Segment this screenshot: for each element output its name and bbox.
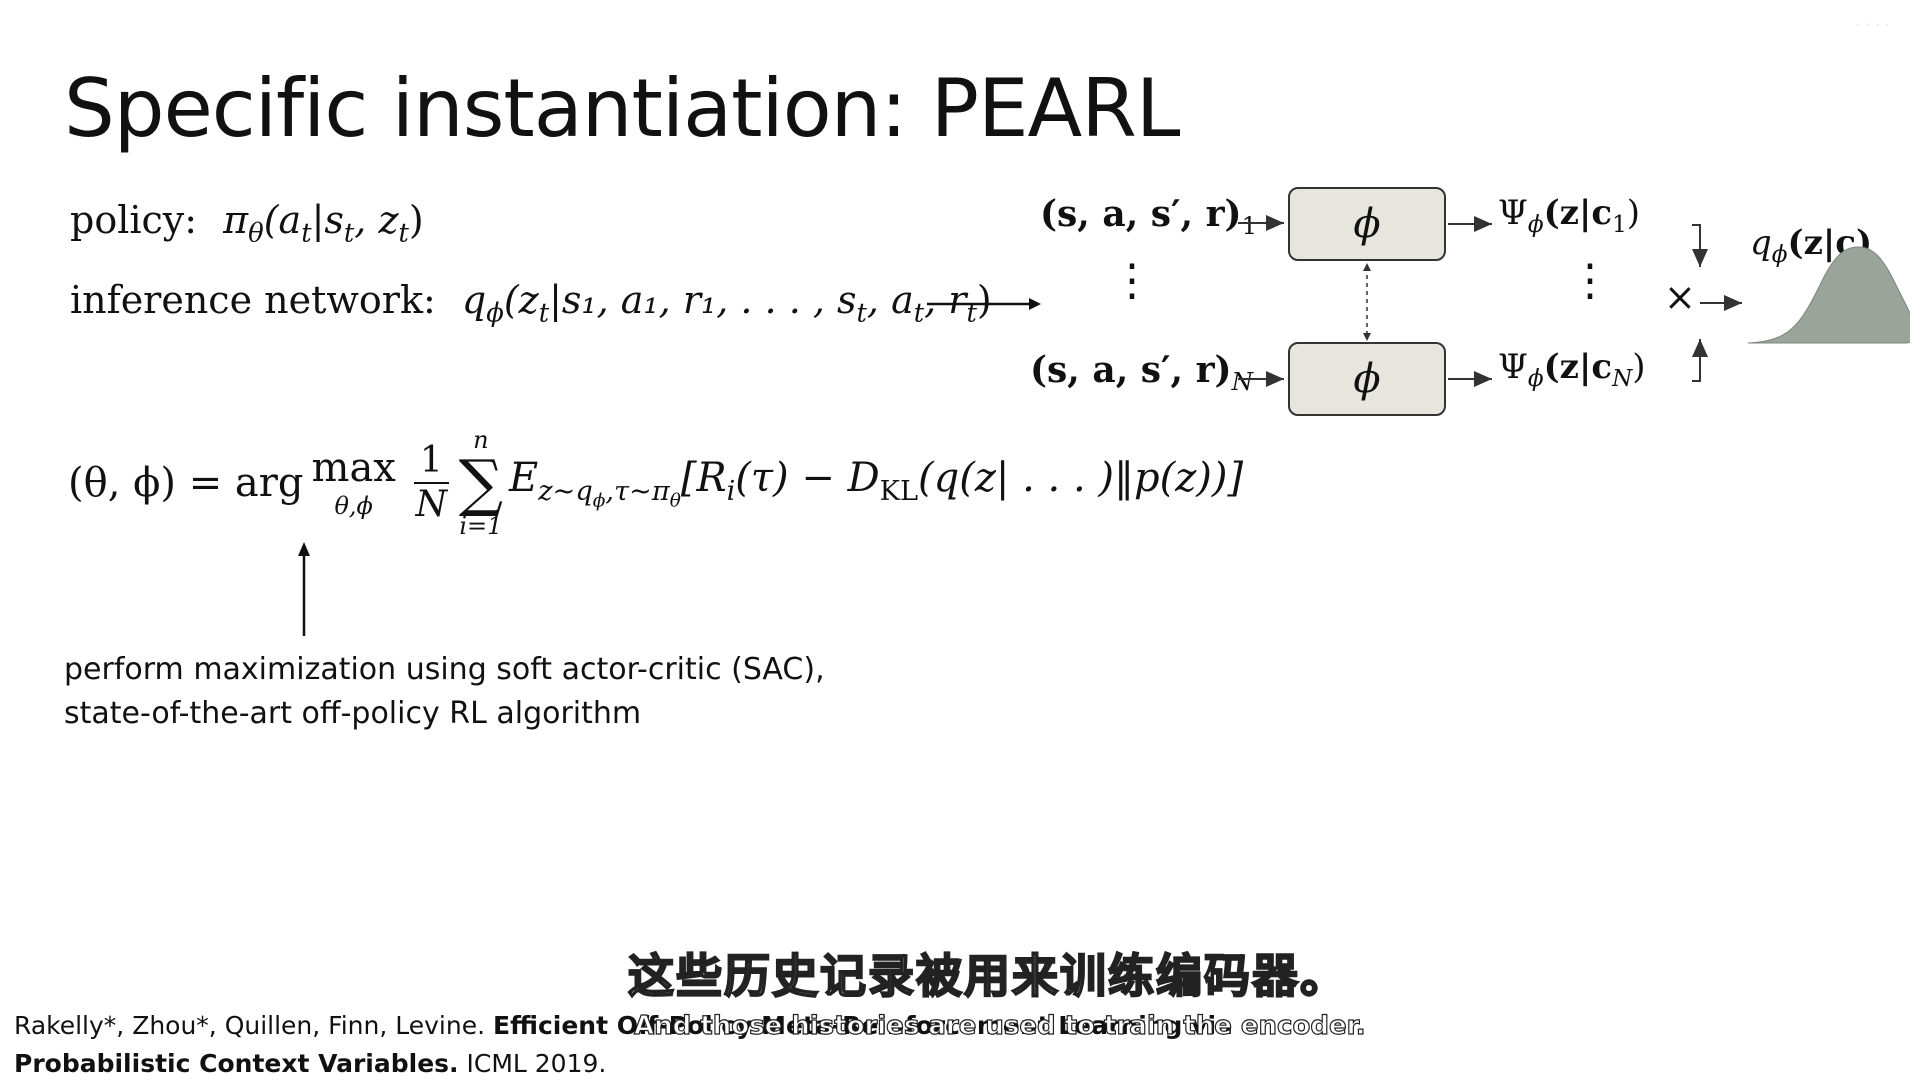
citation-authors: Rakelly*, Zhou*, Quillen, Finn, Levine. [14,1011,493,1040]
objective-lhs: (θ, ϕ) = arg [68,460,304,506]
fraction-denominator: N [415,484,448,525]
policy-t-sub-3: t [398,218,409,249]
fraction-numerator: 1 [413,442,449,484]
policy-pi: π [223,198,249,242]
objective-body-mid: (τ) − D [735,454,880,501]
expectation: E [509,454,539,501]
expectation-sub-rest: ,τ∼π [605,475,670,507]
inference-t-sub-1: t [538,298,550,329]
policy-s: |s [311,198,344,242]
arrow-factor-bottom [1692,339,1708,382]
diagram-connectors [1238,215,1910,387]
objective-fraction: 1 N [413,442,449,525]
objective-sum: n ∑ i=1 [459,428,503,538]
sum-symbol: ∑ [458,446,504,519]
subtitle-chinese: 这些历史记录被用来训练编码器。 [627,948,1348,1004]
inference-open: (z [503,278,539,322]
objective-body-end: (q(z| . . . )‖p(z))] [918,454,1244,501]
posterior-gaussian [1747,246,1910,344]
inference-t-sub-3: t [913,298,925,329]
note-line-1: perform maximization using soft actor-cr… [64,652,825,687]
arrow-factor-top [1692,224,1708,267]
policy-z: , z [354,198,399,242]
objective-kl: KL [879,475,919,507]
expectation-sub: z∼q [538,475,593,507]
objective-max: max [311,445,396,491]
inference-body: |s₁, a₁, r₁, . . . , s [549,278,857,322]
maximization-arrow [298,542,310,636]
objective-equation: (θ, ϕ) = arg max θ,ϕ 1 N n ∑ i=1 Ez∼qϕ,τ… [68,428,1243,538]
pearl-diagram: (s, a, s′, r)1 (s, a, s′, r)N ⋮ ϕ ϕ Ψϕ(z… [1020,175,1910,435]
objective-argmax: max θ,ϕ [312,448,396,518]
inference-q: q [461,278,487,322]
objective-body: [R [680,454,727,501]
maximization-note: perform maximization using soft actor-cr… [64,648,825,736]
inference-t-sub-2: t [856,298,867,329]
policy-t-sub-1: t [301,218,312,249]
inference-phi: ϕ [486,298,504,329]
policy-close: ) [408,198,424,242]
watermark: · · · · [1855,16,1890,33]
policy-label: policy: [70,198,198,242]
policy-equation: policy: πθ(at|st, zt) [70,198,424,249]
inference-equation: inference network: qϕ(zt|s₁, a₁, r₁, . .… [70,278,992,329]
expectation-sub-phi: ϕ [592,490,606,512]
sum-lower: i=1 [459,512,503,540]
policy-t-sub-2: t [343,218,355,249]
objective-max-under: θ,ϕ [334,492,373,520]
subtitle-english: And those histories are used to train th… [633,1010,1366,1041]
inference-label: inference network: [70,278,436,322]
policy-theta: θ [248,218,264,249]
policy-args: (a [263,198,302,242]
citation-title-end: Probabilistic Context Variables. [14,1049,459,1078]
note-line-2: state-of-the-art off-policy RL algorithm [64,696,642,731]
citation-venue: ICML 2019. [458,1049,607,1078]
expectation-sub-theta: θ [669,490,681,512]
objective-body-i: i [726,475,736,507]
inference-a: , a [866,278,914,322]
slide-title: Specific instantiation: PEARL [64,62,1180,155]
